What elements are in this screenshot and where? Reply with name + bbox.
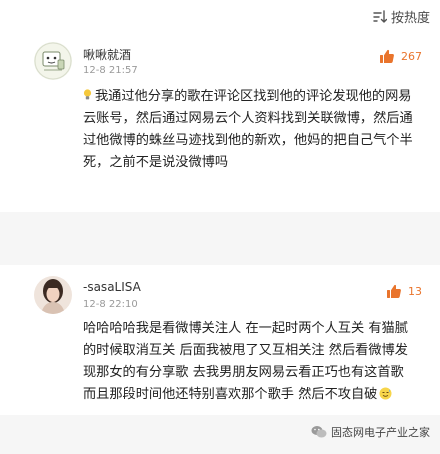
like-count: 267 bbox=[401, 49, 422, 63]
sort-label: 按热度 bbox=[390, 11, 430, 26]
timestamp: 12-8 21:57 bbox=[83, 65, 138, 76]
comment-body: 哈哈哈哈我是看微博关注人 在一起时两个人互关 有猫腻的时候取消互关 后面我被甩了… bbox=[83, 321, 408, 402]
thumbs-up-icon bbox=[380, 49, 394, 63]
username[interactable]: -sasaLISA bbox=[83, 280, 141, 294]
lightbulb-icon bbox=[83, 89, 92, 100]
watermark-text: 固态网电子产业之家 bbox=[331, 426, 430, 439]
thumbs-up-icon bbox=[387, 284, 401, 298]
sweat-smile-emoji bbox=[379, 387, 392, 400]
comment-card: -sasaLISA 12-8 22:10 13 哈哈哈哈我是看微博关注人 在一起… bbox=[0, 265, 440, 415]
sort-by-hotness-button[interactable]: 按热度 bbox=[373, 7, 430, 26]
sort-icon bbox=[373, 9, 387, 23]
avatar[interactable] bbox=[34, 42, 72, 80]
watermark: 固态网电子产业之家 bbox=[311, 424, 430, 440]
comment-text: 哈哈哈哈我是看微博关注人 在一起时两个人互关 有猫腻的时候取消互关 后面我被甩了… bbox=[83, 318, 413, 406]
like-count: 13 bbox=[408, 284, 422, 298]
like-button[interactable]: 13 bbox=[386, 283, 422, 299]
avatar[interactable] bbox=[34, 276, 72, 314]
timestamp: 12-8 22:10 bbox=[83, 299, 138, 310]
top-bar: 按热度 bbox=[0, 0, 440, 30]
comment-text: 我通过他分享的歌在评论区找到他的评论发现他的网易云账号，然后通过网易云个人资料找… bbox=[83, 86, 413, 174]
comment-body: 我通过他分享的歌在评论区找到他的评论发现他的网易云账号，然后通过网易云个人资料找… bbox=[83, 89, 413, 170]
wechat-icon bbox=[311, 426, 327, 438]
comment-card: 啾啾就酒 12-8 21:57 267 我通过他分享的歌在评论区找到他的评论发现… bbox=[0, 30, 440, 212]
like-button[interactable]: 267 bbox=[379, 48, 422, 64]
username[interactable]: 啾啾就酒 bbox=[83, 46, 131, 63]
